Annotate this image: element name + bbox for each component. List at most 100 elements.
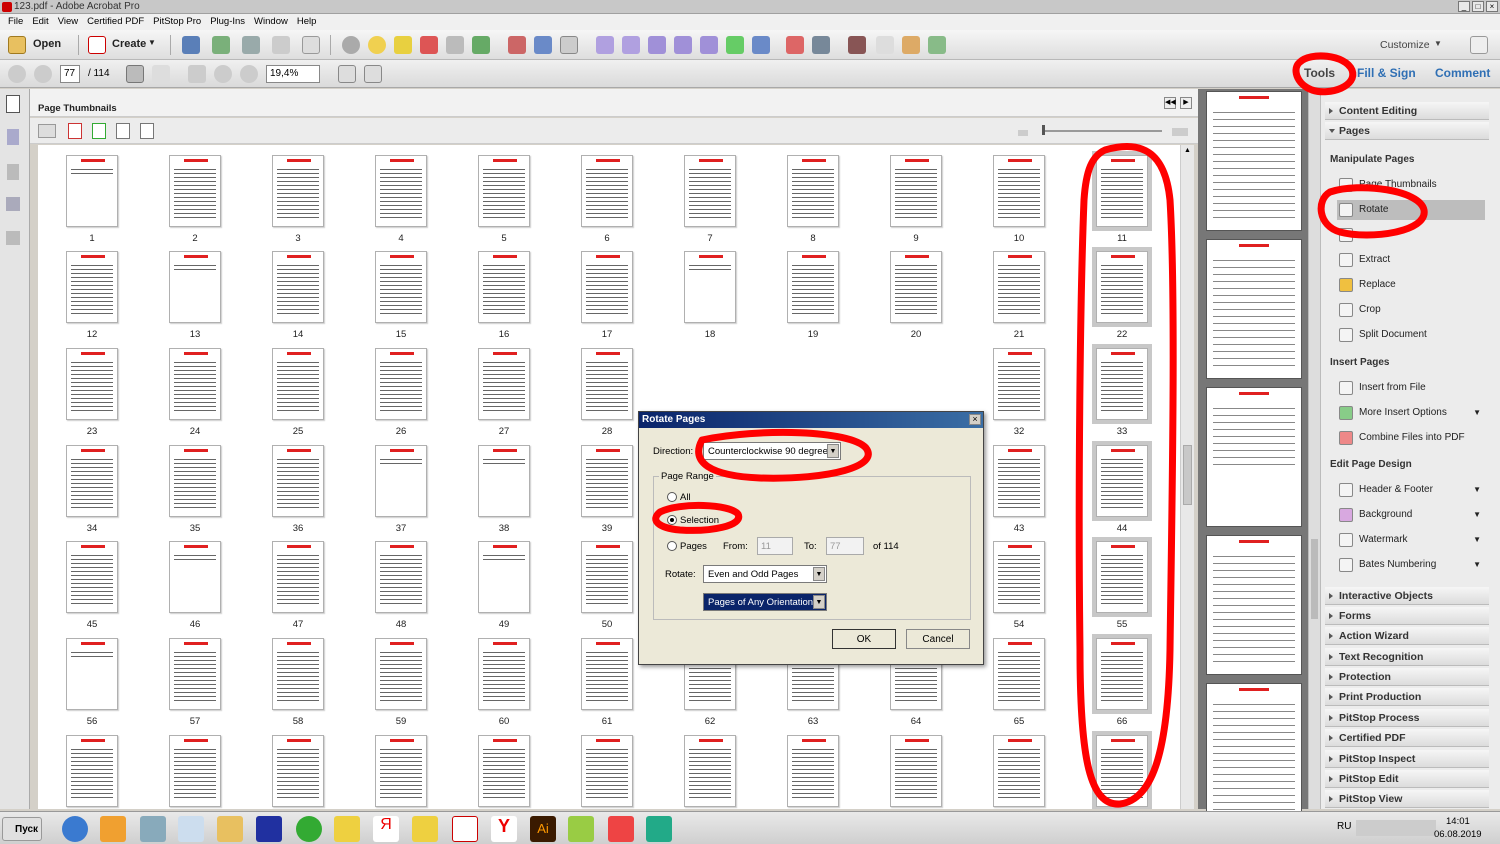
email-icon[interactable] [302,36,320,54]
tool-page-thumbnails[interactable]: Page Thumbnails [1337,175,1485,195]
tool-rotate[interactable]: Rotate [1337,200,1485,220]
icq-flower-icon[interactable] [296,816,322,842]
pitstop-icon[interactable] [508,36,526,54]
create-button[interactable]: Create [112,38,146,50]
bookmarks-icon[interactable] [7,129,19,145]
select-arrow-icon[interactable] [596,36,614,54]
section-protection[interactable]: Protection [1325,668,1489,686]
page-thumbnail[interactable] [1092,441,1152,521]
page-thumbnail[interactable] [993,541,1045,613]
page-thumbnail[interactable] [66,638,118,710]
tool-watermark[interactable]: Watermark ▼ [1337,530,1485,550]
preflight-icon[interactable] [786,36,804,54]
save-disk-icon[interactable] [256,816,282,842]
page-thumbnail[interactable] [478,541,530,613]
maximize-button[interactable]: □ [1472,1,1484,12]
page-thumbnail[interactable] [993,445,1045,517]
batch-icon[interactable] [902,36,920,54]
upload-icon[interactable] [212,36,230,54]
menu-plug-ins[interactable]: Plug-Ins [206,14,250,30]
page-thumbnail[interactable] [66,251,118,323]
full-screen-icon[interactable] [364,65,382,83]
page-thumbnail[interactable] [375,251,427,323]
minimize-button[interactable]: _ [1458,1,1470,12]
language-indicator[interactable]: RU [1337,821,1351,832]
cancel-button[interactable]: Cancel [906,629,970,649]
illustrator-icon[interactable]: Ai [530,816,556,842]
page-thumbnail[interactable] [169,445,221,517]
page-thumbnail[interactable] [581,445,633,517]
print-icon[interactable] [242,36,260,54]
page-thumbnail[interactable] [169,638,221,710]
previous-page-icon[interactable] [8,65,26,83]
tool-hidden[interactable] [1337,225,1485,245]
collapse-panel-icon[interactable]: ◀◀ [1164,97,1176,109]
page-thumbnail[interactable] [581,348,633,420]
properties-icon[interactable] [140,123,154,139]
page-thumbnail[interactable] [1092,634,1152,714]
thumbnail-grid[interactable]: 1 2 3 4 5 6 7 8 9 10 11 12 13 14 15 16 17 18 19 20 21 22 23 24 2… [38,145,1180,809]
page-thumbnail[interactable] [993,251,1045,323]
page-thumbnail[interactable] [1092,344,1152,424]
page-thumbnail[interactable] [272,445,324,517]
save-icon[interactable] [182,36,200,54]
inspect-icon[interactable] [534,36,552,54]
page-thumbnails-icon[interactable] [6,95,20,113]
comment-bubble-icon[interactable] [368,36,386,54]
open-button[interactable]: Open [33,38,61,50]
page-thumbnail[interactable] [272,541,324,613]
larger-thumbnails-icon[interactable] [1172,128,1188,136]
page-thumbnail[interactable] [1092,151,1152,231]
page-thumbnail[interactable] [272,638,324,710]
ok-button[interactable]: OK [832,629,896,649]
section-pitstop-process[interactable]: PitStop Process [1325,709,1489,727]
page-thumbnail[interactable] [478,735,530,807]
from-input[interactable]: 11 [757,537,793,555]
section-interactive-objects[interactable]: Interactive Objects [1325,587,1489,605]
internet-explorer-icon[interactable] [62,816,88,842]
page-thumbnail[interactable] [169,155,221,227]
page-thumbnail[interactable] [272,155,324,227]
page-thumbnail[interactable] [66,735,118,807]
menu-file[interactable]: File [4,14,28,30]
preview-scrollbar[interactable] [1308,89,1320,809]
customize-button[interactable]: Customize [1380,39,1430,51]
page-thumbnail[interactable] [375,638,427,710]
page-thumbnail[interactable] [66,445,118,517]
page-thumbnail[interactable] [478,155,530,227]
section-pitstop-inspect[interactable]: PitStop Inspect [1325,750,1489,768]
section-pitstop-view[interactable]: PitStop View [1325,790,1489,808]
select-object-icon[interactable] [622,36,640,54]
highlight-icon[interactable] [394,36,412,54]
page-thumbnail[interactable] [272,251,324,323]
page-thumbnail[interactable] [684,735,736,807]
export-icon[interactable] [472,36,490,54]
page-thumbnail[interactable] [581,251,633,323]
yandex-icon[interactable]: Я [373,816,399,842]
page-thumbnail[interactable] [581,155,633,227]
certify-icon[interactable] [928,36,946,54]
delete-page-icon[interactable] [420,36,438,54]
start-button[interactable]: Пуск [2,817,42,841]
settings-gear-icon[interactable] [342,36,360,54]
page-thumbnail[interactable] [684,155,736,227]
tool-replace[interactable]: Replace [1337,275,1485,295]
close-window-button[interactable]: × [1486,1,1498,12]
page-thumbnail[interactable] [1092,247,1152,327]
page-thumbnail[interactable] [478,251,530,323]
search-doc-icon[interactable] [446,36,464,54]
page-thumbnail[interactable] [993,735,1045,807]
customize-dropdown-icon[interactable]: ▼ [1434,39,1442,48]
media-player-icon[interactable] [100,816,126,842]
page-thumbnail[interactable] [993,638,1045,710]
dialog-close-button[interactable]: × [969,414,981,425]
section-forms[interactable]: Forms [1325,607,1489,625]
menu-help[interactable]: Help [293,14,322,30]
mosaic-app-icon[interactable] [646,816,672,842]
tools-tab[interactable]: Tools [1304,66,1335,80]
page-thumbnail[interactable] [890,155,942,227]
tool-insert-from-file[interactable]: Insert from File [1337,378,1485,398]
crop-icon[interactable] [700,36,718,54]
menu-view[interactable]: View [54,14,83,30]
hand-tool-icon[interactable] [152,65,170,83]
